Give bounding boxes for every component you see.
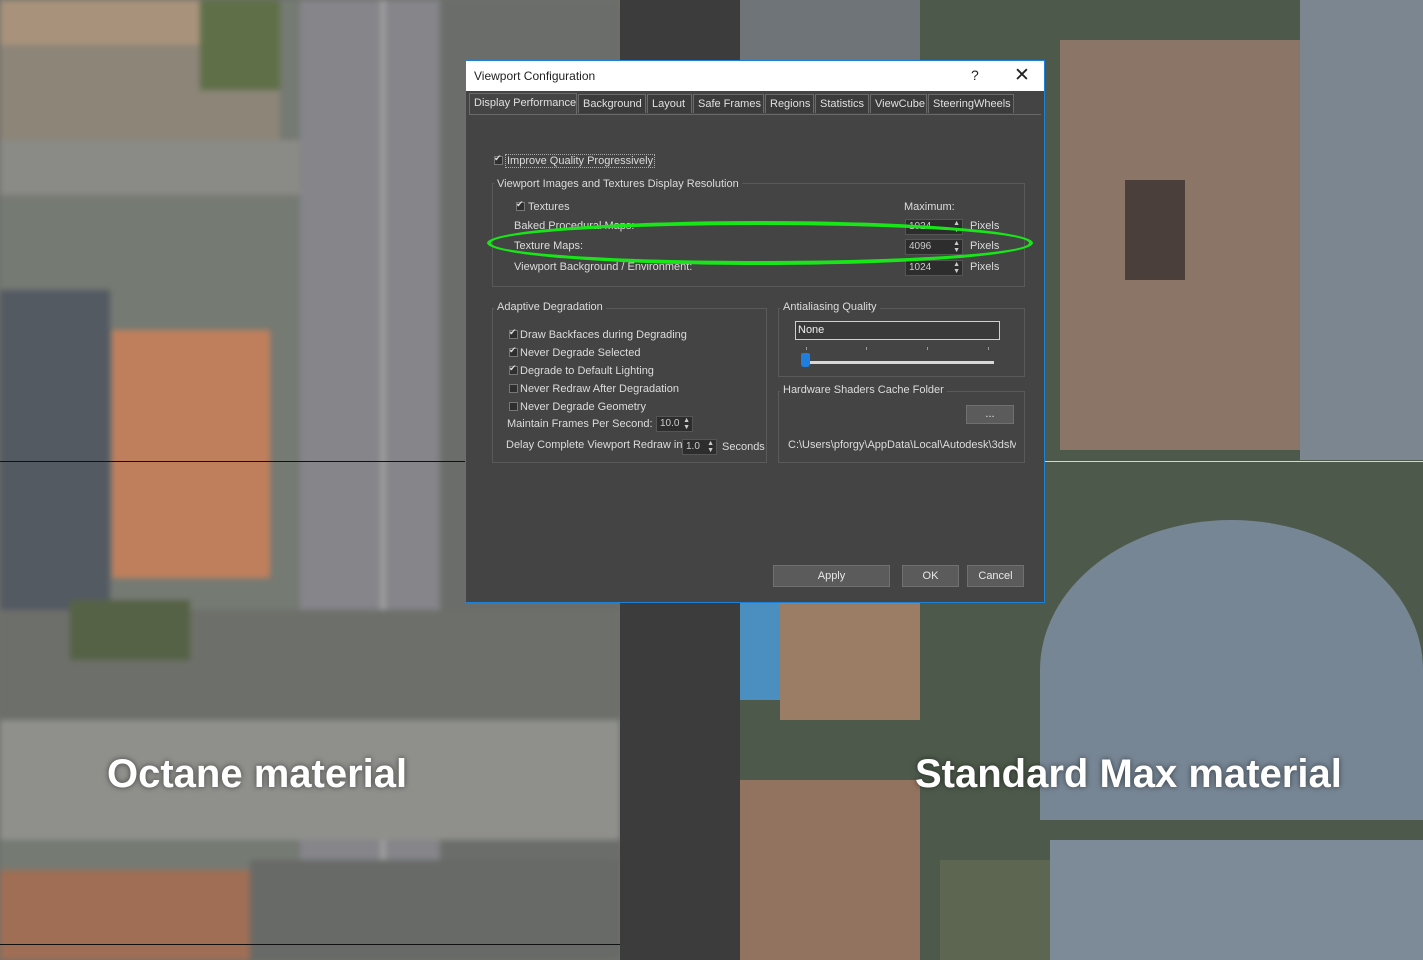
improve-quality-checkbox[interactable] bbox=[494, 153, 503, 165]
spinner-arrows-icon[interactable]: ▲ ▼ bbox=[683, 417, 690, 431]
never-degrade-geometry-checkbox[interactable] bbox=[509, 402, 518, 411]
viewport-background-value: 1024 bbox=[909, 262, 932, 273]
antialiasing-slider-track[interactable] bbox=[803, 361, 994, 364]
shader-cache-title: Hardware Shaders Cache Folder bbox=[780, 384, 947, 396]
cancel-button[interactable]: Cancel bbox=[967, 565, 1024, 587]
maximum-label: Maximum: bbox=[904, 201, 955, 213]
never-redraw-label: Never Redraw After Degradation bbox=[520, 383, 679, 395]
right-viewport-label: Standard Max material bbox=[915, 752, 1342, 796]
delay-redraw-unit: Seconds bbox=[722, 441, 765, 453]
dialog-titlebar[interactable]: Viewport Configuration ? ✕ bbox=[466, 61, 1044, 91]
browse-folder-button[interactable]: ... bbox=[966, 405, 1014, 424]
fps-spinner[interactable]: 10.0 ▲ ▼ bbox=[656, 416, 693, 432]
tab-display-performance[interactable]: Display Performance bbox=[469, 93, 577, 114]
shader-cache-path: C:\Users\pforgy\AppData\Local\Autodesk\3… bbox=[788, 439, 1016, 451]
tab-regions[interactable]: Regions bbox=[765, 94, 814, 113]
dialog-title: Viewport Configuration bbox=[474, 69, 596, 83]
tab-layout[interactable]: Layout bbox=[647, 94, 692, 113]
spinner-arrows-icon[interactable]: ▲ ▼ bbox=[953, 261, 960, 275]
antialiasing-title: Antialiasing Quality bbox=[780, 301, 880, 313]
never-degrade-geometry-label: Never Degrade Geometry bbox=[520, 401, 646, 413]
degrade-default-lighting-label: Degrade to Default Lighting bbox=[520, 365, 654, 377]
spinner-arrows-icon[interactable]: ▲ ▼ bbox=[707, 440, 714, 454]
never-redraw-checkbox[interactable] bbox=[509, 384, 518, 393]
never-degrade-selected-checkbox[interactable] bbox=[509, 345, 518, 357]
draw-backfaces-checkbox[interactable] bbox=[509, 327, 518, 339]
adaptive-degradation-title: Adaptive Degradation bbox=[494, 301, 606, 313]
slider-tick bbox=[927, 347, 928, 350]
slider-tick bbox=[988, 347, 989, 350]
shader-cache-group bbox=[778, 391, 1025, 463]
left-viewport-label: Octane material bbox=[107, 752, 408, 796]
slider-tick bbox=[806, 347, 807, 350]
tab-viewcube[interactable]: ViewCube bbox=[870, 94, 927, 113]
antialiasing-group bbox=[778, 308, 1025, 377]
draw-backfaces-label: Draw Backfaces during Degrading bbox=[520, 329, 687, 341]
resolution-group-title: Viewport Images and Textures Display Res… bbox=[494, 178, 742, 190]
textures-label: Textures bbox=[528, 201, 570, 213]
tab-statistics[interactable]: Statistics bbox=[815, 94, 869, 113]
viewport-configuration-dialog: Viewport Configuration ? ✕ Display Perfo… bbox=[465, 60, 1045, 603]
delay-redraw-spinner[interactable]: 1.0 ▲ ▼ bbox=[682, 439, 717, 455]
close-button[interactable]: ✕ bbox=[1014, 64, 1030, 87]
help-button[interactable]: ? bbox=[971, 67, 979, 83]
slider-tick bbox=[866, 347, 867, 350]
viewport-background-spinner[interactable]: 1024 ▲ ▼ bbox=[905, 260, 963, 276]
apply-button[interactable]: Apply bbox=[773, 565, 890, 587]
viewport-background-unit: Pixels bbox=[970, 261, 1000, 273]
ok-button[interactable]: OK bbox=[902, 565, 959, 587]
tab-safe-frames[interactable]: Safe Frames bbox=[693, 94, 764, 113]
fps-label: Maintain Frames Per Second: bbox=[507, 418, 653, 430]
delay-redraw-value: 1.0 bbox=[686, 441, 700, 452]
improve-quality-label: Improve Quality Progressively bbox=[505, 154, 656, 168]
highlight-ellipse-annotation bbox=[487, 221, 1033, 265]
grid-line bbox=[0, 944, 620, 945]
antialiasing-value-field[interactable]: None bbox=[795, 321, 1000, 340]
never-degrade-selected-label: Never Degrade Selected bbox=[520, 347, 641, 359]
delay-redraw-label: Delay Complete Viewport Redraw in bbox=[506, 439, 683, 451]
antialiasing-slider-thumb[interactable] bbox=[801, 353, 810, 367]
fps-value: 10.0 bbox=[660, 418, 680, 429]
tab-steeringwheels[interactable]: SteeringWheels bbox=[928, 94, 1014, 113]
degrade-default-lighting-checkbox[interactable] bbox=[509, 363, 518, 375]
tab-background[interactable]: Background bbox=[578, 94, 646, 113]
textures-checkbox[interactable] bbox=[516, 199, 525, 211]
tab-panel-border bbox=[469, 114, 1041, 115]
